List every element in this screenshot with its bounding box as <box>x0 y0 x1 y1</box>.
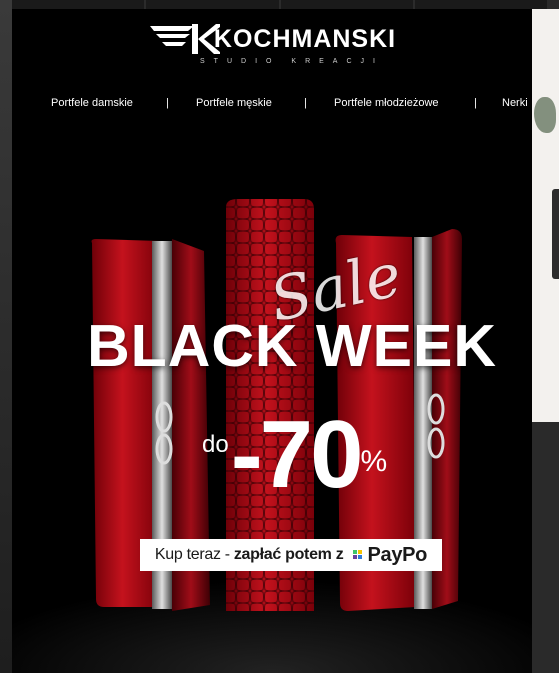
brand-tagline: STUDIO KREACJI <box>200 58 384 65</box>
category-nav: Portfele damskie | Portfele męskie | Por… <box>12 97 532 115</box>
product-thumbnail <box>552 189 559 279</box>
nav-separator: | <box>304 97 307 109</box>
banner-headline: BLACK WEEK <box>87 313 497 379</box>
nav-item-portfele-mlodziezowe[interactable]: Portfele młodzieżowe <box>334 97 439 109</box>
left-window-edge <box>0 0 12 673</box>
cta-prefix: Kup teraz - <box>154 546 230 563</box>
nav-separator: | <box>474 97 477 109</box>
top-tab-strip <box>12 0 547 10</box>
brand-logo[interactable]: KOCHMANSKI STUDIO KREACJI <box>12 21 532 65</box>
cta-bold-text: zapłać potem z <box>233 546 344 563</box>
plant-leaf-image <box>534 97 556 133</box>
discount-prefix: do <box>202 431 229 458</box>
black-week-banner[interactable]: Sale BLACK WEEK do-70% Kup teraz - zapła… <box>12 159 532 673</box>
brand-k-icon <box>149 24 220 54</box>
nav-item-portfele-meskie[interactable]: Portfele męskie <box>196 97 272 109</box>
newsletter-content: KOCHMANSKI STUDIO KREACJI Portfele damsk… <box>12 9 532 673</box>
side-product-image[interactable] <box>532 9 559 422</box>
paypo-cta-button[interactable]: Kup teraz - zapłać potem z PayPo <box>140 539 442 571</box>
discount-label: do-70% <box>202 407 387 503</box>
paypo-brand: PayPo <box>367 543 428 566</box>
discount-unit: % <box>360 445 388 478</box>
brand-name: KOCHMANSKI <box>213 24 397 53</box>
paypo-logo-icon <box>353 550 363 560</box>
nav-separator: | <box>166 97 169 109</box>
discount-value: -70 <box>230 401 364 508</box>
nav-item-nerki[interactable]: Nerki <box>502 97 528 109</box>
nav-item-portfele-damskie[interactable]: Portfele damskie <box>51 97 133 109</box>
